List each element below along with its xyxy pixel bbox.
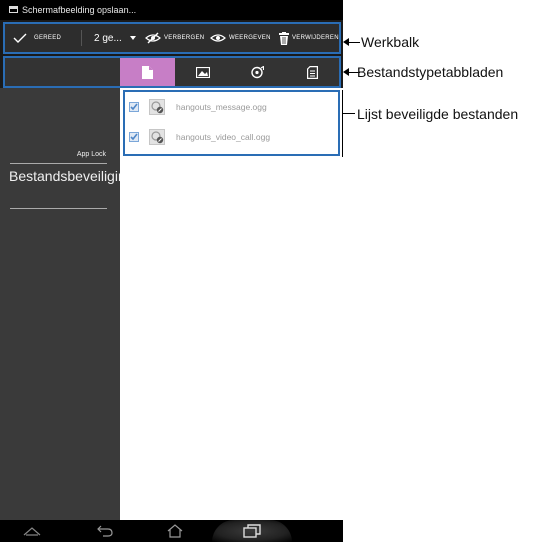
home-icon bbox=[167, 524, 183, 538]
action-toolbar: GEREED 2 ge... VERBERGEN WEERGEVEN VERWI… bbox=[3, 22, 341, 54]
callout-line bbox=[342, 113, 355, 114]
hide-label: VERBERGEN bbox=[164, 35, 205, 41]
callout-tabs: Bestandstypetabbladen bbox=[357, 64, 504, 80]
file-checkbox[interactable] bbox=[129, 132, 139, 142]
tab-other-files[interactable] bbox=[285, 58, 340, 86]
audio-icon bbox=[251, 65, 264, 78]
eye-slash-icon bbox=[145, 32, 161, 44]
selection-count: 2 ge... bbox=[94, 32, 122, 44]
other-file-icon bbox=[307, 65, 318, 79]
app-lock-label: App Lock bbox=[76, 151, 106, 158]
locked-audio-file-icon bbox=[149, 129, 165, 145]
toolbar-divider bbox=[81, 30, 82, 46]
sidebar-divider bbox=[10, 208, 107, 209]
file-name: hangouts_video_call.ogg bbox=[176, 132, 271, 142]
list-item[interactable]: hangouts_video_call.ogg bbox=[125, 124, 338, 152]
done-label: GEREED bbox=[34, 35, 62, 41]
sidebar-item-file-protection[interactable]: Bestandsbeveiliging bbox=[9, 168, 134, 185]
back-button[interactable] bbox=[88, 520, 122, 542]
system-nav-bar bbox=[0, 520, 343, 542]
sidebar: App Lock Bestandsbeveiliging bbox=[0, 88, 134, 520]
eye-icon bbox=[210, 34, 226, 42]
status-notification: Schermafbeelding opslaan... bbox=[22, 5, 137, 15]
delete-button[interactable]: VERWIJDEREN bbox=[279, 24, 339, 52]
protected-file-list: hangouts_message.ogg hangouts_video_call… bbox=[123, 90, 340, 156]
locked-audio-file-icon bbox=[149, 99, 165, 115]
document-icon bbox=[142, 65, 153, 79]
hide-button[interactable]: VERBERGEN bbox=[145, 24, 204, 52]
tab-documents[interactable] bbox=[120, 58, 175, 86]
recent-apps-icon bbox=[243, 524, 261, 538]
selection-dropdown[interactable]: 2 ge... bbox=[94, 24, 137, 52]
status-bar: Schermafbeelding opslaan... bbox=[0, 0, 343, 20]
dropdown-arrow-icon bbox=[129, 36, 136, 40]
list-item[interactable]: hangouts_message.ogg bbox=[125, 94, 338, 122]
tablet-screen: Schermafbeelding opslaan... GEREED 2 ge.… bbox=[0, 0, 343, 542]
sidebar-divider bbox=[10, 163, 107, 164]
checkmark-icon bbox=[13, 33, 27, 43]
show-button[interactable]: WEERGEVEN bbox=[210, 24, 271, 52]
home-button[interactable] bbox=[158, 520, 192, 542]
recent-apps-button[interactable] bbox=[212, 520, 292, 542]
done-button[interactable]: GEREED bbox=[13, 24, 61, 52]
checkmark-icon bbox=[130, 103, 138, 111]
callout-line bbox=[349, 42, 360, 43]
chevron-down-icon bbox=[23, 527, 41, 536]
trash-icon bbox=[279, 31, 289, 45]
callout-bracket bbox=[342, 90, 343, 157]
keyboard-hide-button[interactable] bbox=[15, 520, 49, 542]
checkmark-icon bbox=[130, 133, 138, 141]
file-checkbox[interactable] bbox=[129, 102, 139, 112]
file-type-tabs bbox=[3, 56, 341, 88]
content-pane: hangouts_message.ogg hangouts_video_call… bbox=[120, 88, 343, 520]
show-label: WEERGEVEN bbox=[229, 35, 271, 41]
tab-images[interactable] bbox=[175, 58, 230, 86]
back-icon bbox=[97, 525, 113, 537]
callout-list: Lijst beveiligde bestanden bbox=[357, 106, 519, 122]
screenshot-icon bbox=[9, 6, 18, 13]
image-icon bbox=[195, 66, 210, 78]
delete-label: VERWIJDEREN bbox=[292, 35, 339, 41]
callout-toolbar: Werkbalk bbox=[361, 34, 420, 50]
file-name: hangouts_message.ogg bbox=[176, 102, 267, 112]
tab-audio[interactable] bbox=[230, 58, 285, 86]
